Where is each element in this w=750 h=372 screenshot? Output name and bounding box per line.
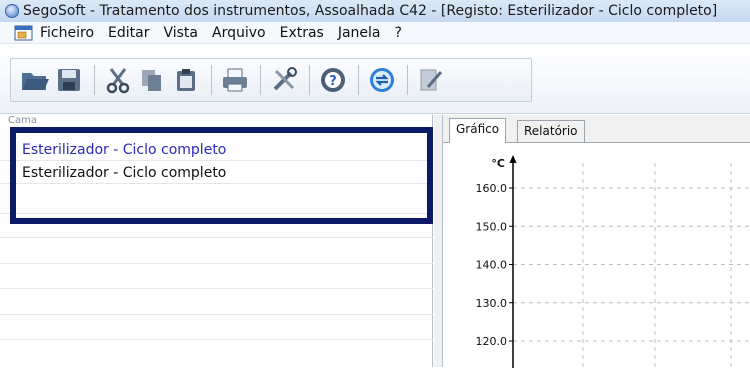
toolbar-separator	[94, 65, 95, 95]
title-bar: SegoSoft - Tratamento dos instrumentos, …	[0, 0, 750, 22]
print-icon	[223, 68, 247, 92]
toolbar-strip: ?	[10, 58, 532, 102]
y-tick-label: 130.0	[476, 297, 508, 310]
row-divider	[0, 339, 433, 340]
toolbar-separator	[260, 65, 261, 95]
toolbar: ?	[0, 44, 750, 114]
list-item[interactable]: Esterilizador - Ciclo completo	[22, 165, 226, 181]
cut-button[interactable]	[102, 64, 134, 96]
pane-splitter[interactable]	[434, 115, 443, 367]
help-button[interactable]: ?	[317, 64, 349, 96]
y-tick-label: 150.0	[476, 220, 508, 233]
paste-button[interactable]	[170, 64, 202, 96]
tools-button[interactable]	[268, 64, 300, 96]
tab-grafico[interactable]: Gráfico	[449, 118, 507, 143]
row-divider	[0, 263, 433, 264]
menu-janela[interactable]: Janela	[338, 25, 381, 41]
open-folder-button[interactable]	[19, 64, 51, 96]
toolbar-separator	[358, 65, 359, 95]
row-divider	[0, 237, 433, 238]
menu-ficheiro[interactable]: Ficheiro	[40, 25, 94, 41]
menu-arquivo[interactable]: Arquivo	[212, 25, 266, 41]
temperature-chart: 160.0 150.0 140.0 130.0 120.0 °C	[476, 155, 750, 368]
cut-icon	[106, 68, 130, 94]
copy-icon	[142, 70, 161, 91]
row-divider	[0, 314, 433, 315]
y-tick-label: 160.0	[476, 182, 508, 195]
y-axis-unit-label: °C	[491, 157, 505, 170]
menu-extras[interactable]: Extras	[280, 25, 324, 41]
y-tick-label: 120.0	[476, 335, 508, 348]
mdi-window-icon[interactable]	[14, 25, 34, 41]
toolbar-separator	[407, 65, 408, 95]
print-button[interactable]	[219, 64, 251, 96]
row-divider	[0, 213, 433, 214]
save-icon	[58, 69, 80, 91]
chart-area: 160.0 150.0 140.0 130.0 120.0 °C	[443, 142, 750, 368]
menu-help[interactable]: ?	[395, 25, 402, 41]
sync-button[interactable]	[366, 64, 398, 96]
window-title: SegoSoft - Tratamento dos instrumentos, …	[23, 3, 718, 19]
app-icon	[5, 4, 19, 18]
pane-header: Cama	[8, 115, 37, 126]
y-axis-arrow	[509, 155, 517, 163]
list-item[interactable]: Esterilizador - Ciclo completo	[22, 142, 226, 158]
svg-text:?: ?	[329, 74, 337, 89]
edit-note-button[interactable]	[415, 64, 447, 96]
save-button[interactable]	[53, 64, 85, 96]
tools-icon	[273, 67, 297, 91]
toolbar-separator	[211, 65, 212, 95]
menu-editar[interactable]: Editar	[108, 25, 149, 41]
detail-pane: Gráfico Relatório 160.0 150.0 140.0 130.0 12…	[443, 115, 750, 368]
sync-icon	[370, 68, 394, 92]
tab-relatorio[interactable]: Relatório	[517, 120, 585, 142]
menu-bar: Ficheiro Editar Vista Arquivo Extras Jan…	[0, 22, 750, 44]
copy-button[interactable]	[136, 64, 168, 96]
toolbar-separator	[309, 65, 310, 95]
open-folder-icon	[22, 73, 49, 90]
row-divider	[0, 288, 433, 289]
help-icon: ?	[321, 68, 345, 92]
row-divider	[0, 160, 433, 161]
row-divider	[0, 183, 433, 184]
y-tick-label: 140.0	[476, 259, 508, 272]
edit-note-icon	[420, 69, 443, 91]
menu-vista[interactable]: Vista	[163, 25, 198, 41]
paste-icon	[177, 69, 195, 91]
